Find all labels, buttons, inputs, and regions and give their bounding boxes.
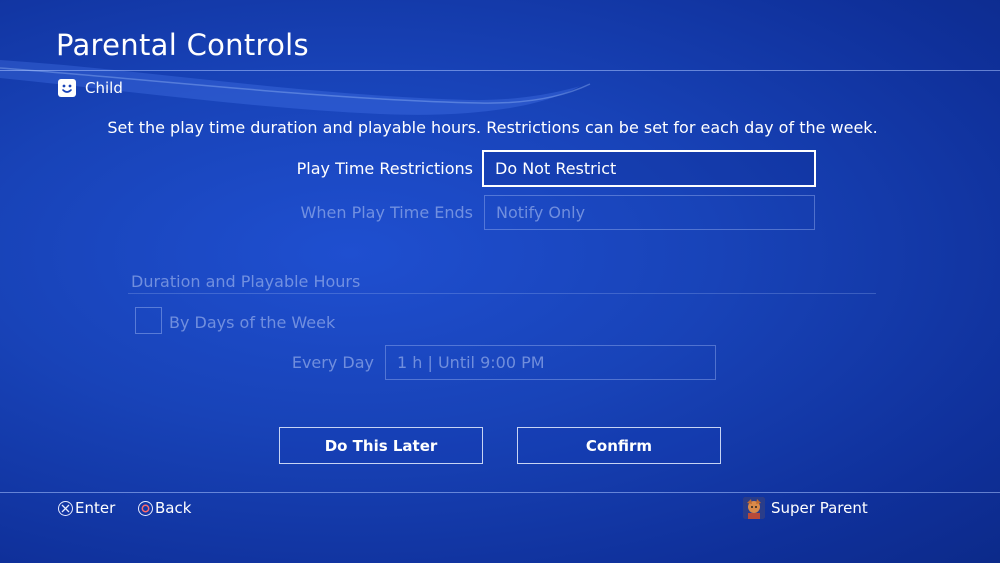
enter-label: Enter [75, 499, 116, 517]
footer-divider [0, 492, 1000, 493]
by-days-label: By Days of the Week [169, 313, 336, 332]
every-day-label: Every Day [291, 353, 374, 372]
header-divider [0, 70, 1000, 71]
smiley-face-icon [58, 79, 76, 97]
cross-button-icon [58, 500, 73, 516]
user-name: Super Parent [771, 499, 868, 517]
play-time-restrictions-select[interactable]: Do Not Restrict [482, 150, 816, 187]
play-time-restrictions-label: Play Time Restrictions [296, 159, 473, 178]
by-days-checkbox[interactable] [135, 307, 162, 334]
user-avatar [743, 497, 765, 519]
every-day-select[interactable]: 1 h | Until 9:00 PM [385, 345, 716, 380]
back-hint: Back [138, 499, 191, 517]
do-this-later-button[interactable]: Do This Later [279, 427, 483, 464]
play-time-restrictions-value: Do Not Restrict [495, 159, 617, 178]
confirm-button[interactable]: Confirm [517, 427, 721, 464]
user-indicator: Super Parent [743, 497, 868, 519]
section-title: Duration and Playable Hours [131, 272, 361, 291]
profile-name: Child [85, 79, 123, 97]
description-text: Set the play time duration and playable … [107, 118, 878, 137]
when-play-time-ends-select[interactable]: Notify Only [484, 195, 815, 230]
every-day-value: 1 h | Until 9:00 PM [397, 353, 545, 372]
when-play-time-ends-value: Notify Only [496, 203, 586, 222]
when-play-time-ends-label: When Play Time Ends [300, 203, 473, 222]
back-label: Back [155, 499, 192, 517]
section-divider [128, 293, 876, 294]
enter-hint: Enter [58, 499, 115, 517]
page-title: Parental Controls [56, 28, 309, 62]
circle-button-icon [138, 500, 153, 516]
profile-indicator: Child [58, 79, 123, 97]
